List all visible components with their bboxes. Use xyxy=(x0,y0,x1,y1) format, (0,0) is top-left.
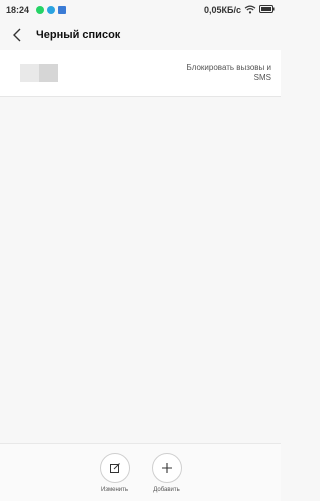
plus-icon xyxy=(151,453,182,483)
add-button[interactable]: Добавить xyxy=(151,453,182,501)
chevron-left-icon[interactable] xyxy=(10,28,24,42)
edit-icon xyxy=(99,453,130,483)
edit-label: Изменить xyxy=(100,487,129,493)
status-time: 18:24 xyxy=(6,5,30,15)
app-notification-icon xyxy=(58,6,67,14)
placeholder-block xyxy=(20,64,39,82)
status-right: 0,05КБ/с xyxy=(204,5,275,16)
header: Черный список xyxy=(0,20,281,50)
list-item[interactable]: Блокировать вызовы и SMS xyxy=(0,50,281,96)
wifi-icon xyxy=(244,5,256,16)
status-left: 18:24 xyxy=(6,5,67,15)
bottom-bar: Изменить Добавить xyxy=(0,443,281,501)
network-speed: 0,05КБ/с xyxy=(204,5,241,15)
whatsapp-icon xyxy=(36,6,45,14)
blacklist: Блокировать вызовы и SMS xyxy=(0,50,281,97)
telegram-icon xyxy=(47,6,56,14)
add-label: Добавить xyxy=(153,487,180,493)
contact-placeholder xyxy=(20,64,58,82)
status-bar: 18:24 0,05КБ/с xyxy=(0,0,281,20)
block-calls-sms-label: Блокировать вызовы и SMS xyxy=(186,63,271,82)
placeholder-block xyxy=(39,64,58,82)
battery-icon xyxy=(259,5,275,15)
page-title: Черный список xyxy=(36,29,121,41)
edit-button[interactable]: Изменить xyxy=(99,453,130,501)
